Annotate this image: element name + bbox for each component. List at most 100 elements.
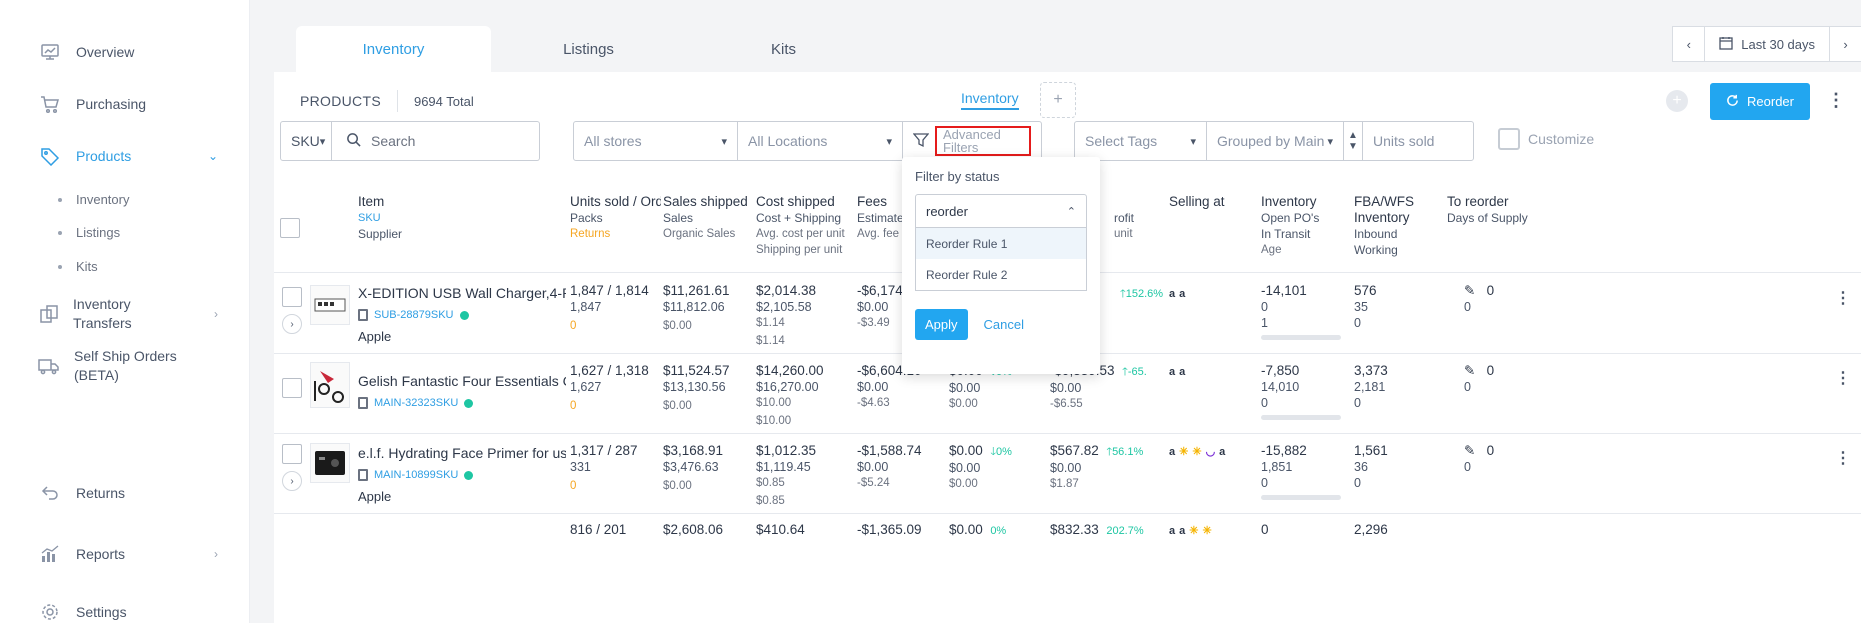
sidebar-item-returns[interactable]: Returns	[38, 481, 218, 505]
sidebar-subitem-inventory[interactable]: Inventory	[58, 192, 129, 207]
row-checkbox[interactable]	[282, 444, 302, 464]
row-checkbox[interactable]	[282, 378, 302, 398]
sales-total-value: $3,476.63	[663, 460, 719, 474]
column-profit[interactable]: rofit unit	[1114, 210, 1154, 242]
profit-cell: $832.33 202.7%	[1050, 522, 1165, 539]
column-fba-inventory[interactable]: FBA/WFS Inventory Inbound Working	[1354, 194, 1439, 258]
status-option[interactable]: Reorder Rule 1	[916, 228, 1086, 259]
row-menu-icon[interactable]: ⋮	[1835, 368, 1851, 388]
sort-field-select[interactable]: Units sold	[1362, 121, 1474, 161]
view-tab-inventory[interactable]: Inventory	[961, 90, 1019, 110]
locations-select-label: All Locations	[748, 133, 828, 149]
search-placeholder: Search	[371, 133, 416, 149]
customize-button[interactable]: Customize	[1498, 128, 1594, 150]
in-transit-value: 0	[1261, 396, 1268, 410]
locations-select[interactable]: All Locations ▾	[737, 121, 903, 161]
inventory-value: -14,101	[1261, 283, 1307, 298]
expand-row-button[interactable]: ›	[282, 471, 302, 491]
walmart-icon[interactable]: ✳	[1202, 523, 1211, 539]
amazon-icon[interactable]: a	[1219, 444, 1225, 460]
column-header-label: Sales shipped	[663, 194, 748, 209]
amazon-icon[interactable]: a	[1179, 286, 1185, 302]
select-all-checkbox[interactable]	[280, 218, 300, 238]
sidebar-item-settings[interactable]: Settings	[38, 600, 218, 623]
more-options-icon[interactable]: ⋮	[1827, 90, 1845, 111]
stores-select[interactable]: All stores ▾	[573, 121, 738, 161]
add-circle-icon[interactable]: +	[1666, 90, 1688, 112]
product-name[interactable]: Gelish Fantastic Four Essentials Collect…	[358, 373, 566, 389]
row-menu-icon[interactable]: ⋮	[1835, 288, 1851, 308]
pencil-icon[interactable]: ✎	[1464, 443, 1475, 458]
product-thumbnail[interactable]	[310, 443, 350, 483]
apply-button[interactable]: Apply	[915, 309, 968, 340]
product-name[interactable]: e.l.f. Hydrating Face Primer for use	[358, 445, 566, 461]
product-cell: e.l.f. Hydrating Face Primer for use MAI…	[358, 445, 566, 505]
tab-listings[interactable]: Listings	[491, 26, 686, 72]
sales-total-value: $11,812.06	[663, 300, 725, 314]
amazon-icon[interactable]: a	[1179, 523, 1185, 539]
tab-inventory[interactable]: Inventory	[296, 26, 491, 72]
next-range-button[interactable]: ›	[1829, 27, 1861, 61]
amazon-icon[interactable]: a	[1169, 523, 1175, 539]
marketplace-icon[interactable]: ◡	[1206, 444, 1216, 460]
sidebar-item-inventory-transfers[interactable]: Inventory Transfers ›	[38, 295, 218, 333]
add-view-button[interactable]: +	[1040, 82, 1076, 118]
pencil-icon[interactable]: ✎	[1464, 283, 1475, 298]
sidebar-subitem-listings[interactable]: Listings	[58, 225, 120, 240]
expand-row-button[interactable]: ›	[282, 314, 302, 334]
product-sku[interactable]: MAIN-10899SKU	[374, 467, 458, 483]
advanced-filters-button[interactable]: Advanced Filters	[902, 121, 1042, 161]
sidebar-item-purchasing[interactable]: Purchasing	[38, 92, 218, 116]
column-selling-at[interactable]: Selling at	[1169, 194, 1249, 210]
sku-select[interactable]: SKU ▾	[280, 121, 332, 161]
reorder-cell: ✎ 0 0	[1464, 443, 1524, 475]
cancel-button[interactable]: Cancel	[984, 317, 1024, 332]
product-thumbnail[interactable]	[310, 362, 350, 408]
products-panel: PRODUCTS 9694 Total Inventory + + Reorde…	[274, 72, 1861, 623]
column-to-reorder[interactable]: To reorder Days of Supply	[1447, 194, 1547, 226]
status-option[interactable]: Reorder Rule 2	[916, 259, 1086, 290]
sidebar-subitem-label: Listings	[76, 225, 121, 240]
sidebar-item-self-ship-orders[interactable]: Self Ship Orders (BETA)	[38, 347, 178, 385]
date-range-select[interactable]: Last 30 days	[1705, 36, 1829, 53]
prev-range-button[interactable]: ‹	[1673, 27, 1706, 61]
tags-select[interactable]: Select Tags ▾	[1074, 121, 1207, 161]
walmart-icon[interactable]: ✳	[1179, 444, 1188, 460]
walmart-icon[interactable]: ✳	[1189, 523, 1198, 539]
sidebar-item-products[interactable]: Products ⌄	[38, 144, 218, 168]
table-row[interactable]: › e.l.f. Hydrating Face Primer for use M…	[274, 434, 1861, 514]
product-sku[interactable]: SUB-28879SKU	[374, 307, 454, 323]
column-sales[interactable]: Sales shipped Sales Organic Sales	[663, 194, 755, 242]
amazon-icon[interactable]: a	[1169, 444, 1175, 460]
product-thumbnail[interactable]	[310, 285, 350, 325]
sidebar-subitem-kits[interactable]: Kits	[58, 259, 98, 274]
amazon-icon[interactable]: a	[1169, 286, 1175, 302]
copy-icon[interactable]	[358, 309, 368, 321]
row-menu-icon[interactable]: ⋮	[1835, 448, 1851, 468]
column-cost[interactable]: Cost shipped Cost + Shipping Avg. cost p…	[756, 194, 854, 258]
reorder-button[interactable]: Reorder	[1710, 83, 1810, 120]
status-select[interactable]: reorder ⌃	[915, 194, 1087, 228]
grouping-select[interactable]: Grouped by Main ▾	[1206, 121, 1344, 161]
tab-kits[interactable]: Kits	[686, 26, 881, 72]
sidebar-item-reports[interactable]: Reports ›	[38, 542, 218, 566]
column-units-sold[interactable]: Units sold / Orders Packs Returns	[570, 194, 661, 242]
table-row[interactable]: 816 / 201 $2,608.06 $410.64 -$1,365.09 $…	[274, 514, 1861, 554]
row-checkbox[interactable]	[282, 287, 302, 307]
column-header-label: Inventory	[1354, 210, 1410, 225]
chevron-down-icon: ⌄	[207, 149, 218, 163]
pencil-icon[interactable]: ✎	[1464, 363, 1475, 378]
sidebar-item-overview[interactable]: Overview	[38, 40, 218, 64]
copy-icon[interactable]	[358, 397, 368, 409]
amazon-icon[interactable]: a	[1179, 364, 1185, 380]
column-inventory[interactable]: Inventory Open PO's In Transit Age	[1261, 194, 1351, 258]
product-name[interactable]: X-EDITION USB Wall Charger,4-Pack	[358, 285, 566, 301]
column-item[interactable]: Item SKU Supplier	[358, 194, 558, 242]
amazon-icon[interactable]: a	[1169, 364, 1175, 380]
sort-toggle[interactable]: ▲ ▼	[1343, 121, 1363, 161]
copy-icon[interactable]	[358, 469, 368, 481]
search-input[interactable]: Search	[332, 121, 540, 161]
walmart-icon[interactable]: ✳	[1192, 444, 1201, 460]
product-sku[interactable]: MAIN-32323SKU	[374, 395, 458, 411]
units-value: 1,317 / 287	[570, 443, 638, 458]
